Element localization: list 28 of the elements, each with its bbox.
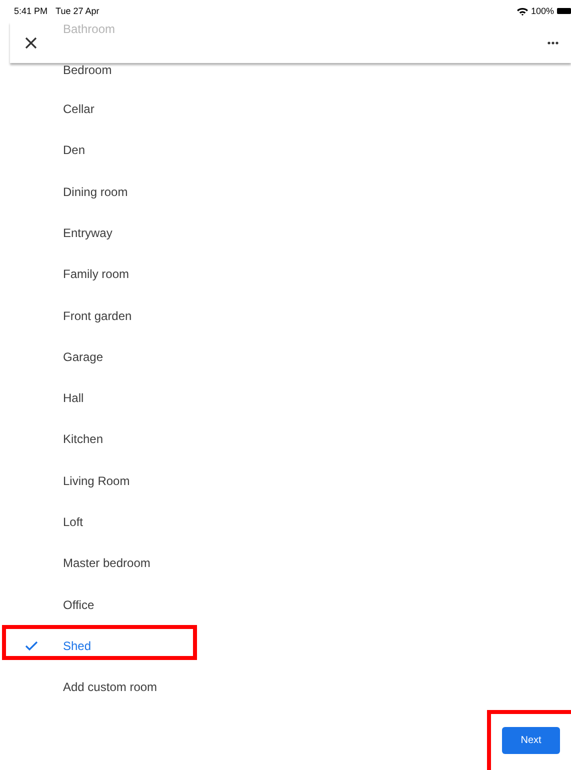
status-time: 5:41 PM	[14, 6, 48, 16]
status-date: Tue 27 Apr	[56, 6, 100, 16]
more-options-button[interactable]	[545, 38, 561, 46]
room-item: Bathroom	[63, 22, 116, 36]
room-item[interactable]: Front garden	[0, 294, 571, 336]
close-icon	[25, 36, 37, 48]
next-button[interactable]: Next	[502, 726, 560, 754]
wifi-icon	[516, 6, 528, 16]
room-item[interactable]: Add custom room	[0, 666, 571, 708]
battery-percent: 100%	[530, 6, 554, 16]
room-item[interactable]: Dining room	[0, 170, 571, 212]
room-item[interactable]: Kitchen	[0, 418, 571, 460]
room-item[interactable]: Hall	[0, 377, 571, 419]
room-item[interactable]: Family room	[0, 254, 571, 295]
checkmark-icon	[25, 640, 38, 651]
room-item[interactable]: Living Room	[0, 460, 571, 502]
room-item[interactable]: Den	[0, 130, 571, 171]
room-item[interactable]: Loft	[0, 501, 571, 543]
more-icon	[547, 40, 559, 44]
battery-icon	[557, 8, 571, 14]
room-item[interactable]: Shed	[0, 625, 571, 667]
room-item[interactable]: Office	[0, 584, 571, 626]
room-item[interactable]: Cellar	[0, 88, 571, 130]
room-item[interactable]: Master bedroom	[0, 542, 571, 584]
room-item[interactable]: Entryway	[0, 212, 571, 254]
room-item[interactable]: Bedroom	[0, 63, 571, 77]
close-button[interactable]	[23, 34, 39, 50]
room-item[interactable]: Garage	[0, 336, 571, 378]
